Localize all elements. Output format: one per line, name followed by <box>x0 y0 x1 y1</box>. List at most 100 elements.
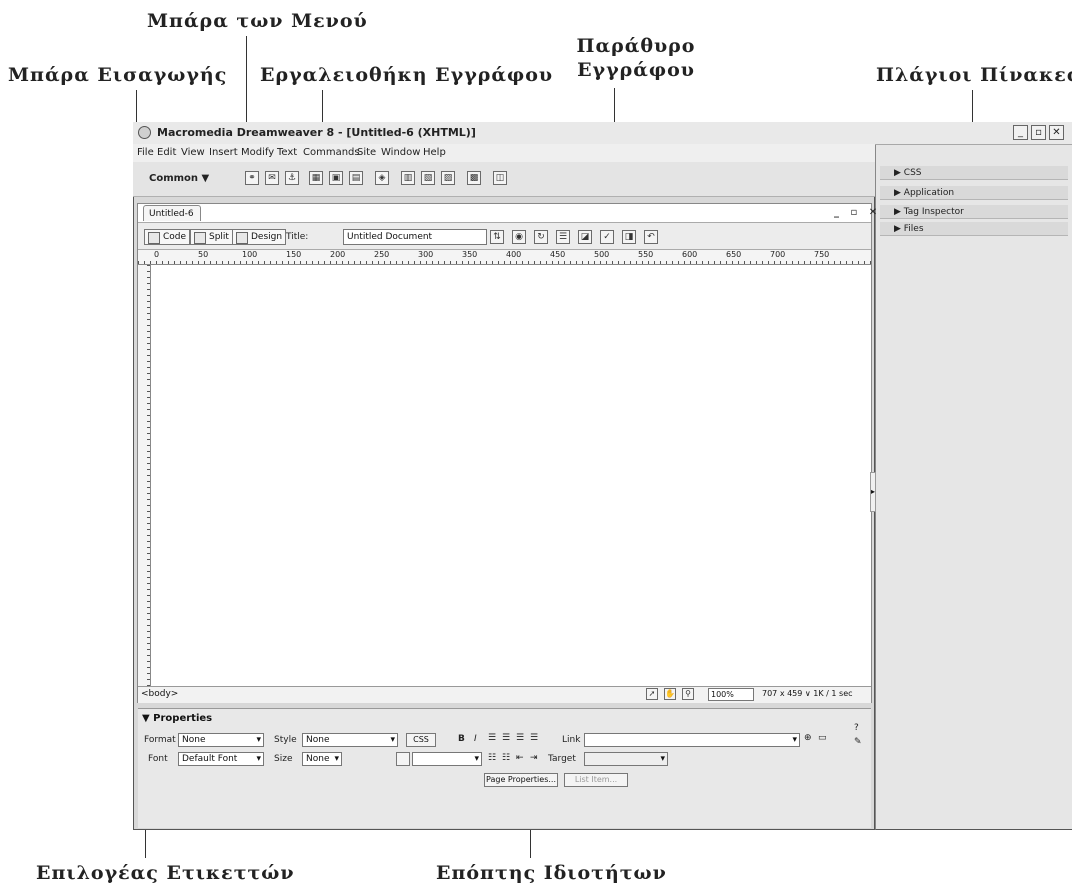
text-color-swatch[interactable] <box>396 752 410 766</box>
outdent-icon[interactable]: ⇤ <box>516 753 524 763</box>
design-view-button[interactable]: Design <box>232 229 287 245</box>
flash-icon[interactable]: ◫ <box>493 171 507 185</box>
callout-menubar: Μπάρα των Μενού <box>147 10 368 32</box>
menu-file[interactable]: File <box>137 147 154 158</box>
align-right-icon[interactable]: ☰ <box>516 733 524 743</box>
format-label: Format <box>144 735 176 745</box>
align-left-icon[interactable]: ☰ <box>488 733 496 743</box>
validate-markup-icon[interactable]: ✓ <box>600 230 614 244</box>
properties-header[interactable]: ▼ Properties <box>142 713 212 724</box>
menu-modify[interactable]: Modify <box>241 147 274 158</box>
format-select[interactable]: None <box>178 733 264 747</box>
ruler-mark: 400 <box>506 250 522 259</box>
document-window-controls[interactable]: _ ▫ ✕ <box>834 207 881 218</box>
style-select[interactable]: None <box>302 733 398 747</box>
document-title-input[interactable]: Untitled Document <box>343 229 487 245</box>
zoom-tool-icon[interactable]: ⚲ <box>682 688 694 700</box>
callout-tagselector: Επιλογέας Ετικεττών <box>36 862 295 884</box>
help-icon[interactable]: ? <box>854 723 859 733</box>
refresh-icon[interactable]: ↻ <box>534 230 548 244</box>
page-properties-button[interactable]: Page Properties... <box>484 773 558 787</box>
target-label: Target <box>548 754 576 764</box>
date-icon[interactable]: ▥ <box>401 171 415 185</box>
templates-icon[interactable]: ▨ <box>441 171 455 185</box>
menu-site[interactable]: Site <box>357 147 376 158</box>
menu-help[interactable]: Help <box>423 147 446 158</box>
maximize-button[interactable]: ▫ <box>1031 125 1046 140</box>
ruler-mark: 450 <box>550 250 566 259</box>
minimize-button[interactable]: _ <box>1013 125 1028 140</box>
window-size-readout[interactable]: 707 x 459 ∨ 1K / 1 sec <box>762 689 853 698</box>
email-link-icon[interactable]: ✉ <box>265 171 279 185</box>
ruler-mark: 250 <box>374 250 390 259</box>
indent-icon[interactable]: ⇥ <box>530 753 538 763</box>
close-button[interactable]: ✕ <box>1049 125 1064 140</box>
menu-window[interactable]: Window <box>381 147 420 158</box>
bold-button[interactable]: B <box>458 734 465 744</box>
ordered-list-icon[interactable]: ☷ <box>502 753 510 763</box>
menu-insert[interactable]: Insert <box>209 147 238 158</box>
size-select[interactable]: None <box>302 752 342 766</box>
text-color-input[interactable] <box>412 752 482 766</box>
css-button[interactable]: CSS <box>406 733 436 747</box>
panel-tag-inspector[interactable]: ▶ Tag Inspector <box>880 205 1068 219</box>
panel-splitter-handle[interactable]: ▸ <box>870 472 876 512</box>
horizontal-ruler: 0 50 100 150 200 250 300 350 400 450 500… <box>138 250 871 265</box>
list-item-button[interactable]: List Item... <box>564 773 628 787</box>
preview-browser-icon[interactable]: ◉ <box>512 230 526 244</box>
browse-folder-icon[interactable]: ▭ <box>818 733 827 743</box>
menu-commands[interactable]: Commands <box>303 147 360 158</box>
point-to-file-icon[interactable]: ⊕ <box>804 733 812 743</box>
comment-icon[interactable]: ▧ <box>421 171 435 185</box>
callout-doctoolbar: Εργαλειοθήκη Εγγράφου <box>260 64 554 86</box>
font-select[interactable]: Default Font <box>178 752 264 766</box>
visual-aids-icon[interactable]: ◪ <box>578 230 592 244</box>
ruler-mark: 200 <box>330 250 346 259</box>
code-view-button[interactable]: Code <box>144 229 191 245</box>
window-title: Macromedia Dreamweaver 8 - [Untitled-6 (… <box>157 126 476 139</box>
ruler-mark: 500 <box>594 250 610 259</box>
hand-tool-icon[interactable]: ✋ <box>664 688 676 700</box>
insert-category-select[interactable]: Common ▼ <box>149 173 209 184</box>
undo-icon[interactable]: ↶ <box>644 230 658 244</box>
menu-text[interactable]: Text <box>277 147 297 158</box>
zoom-select[interactable]: 100% <box>708 688 754 701</box>
tag-chooser-icon[interactable]: ▩ <box>467 171 481 185</box>
panel-css[interactable]: ▶ CSS <box>880 166 1068 180</box>
callout-docwindow-line2: Εγγράφου <box>577 59 695 81</box>
view-options-icon[interactable]: ☰ <box>556 230 570 244</box>
quick-tag-editor-icon[interactable]: ✎ <box>854 737 862 747</box>
document-window <box>137 203 872 703</box>
justify-icon[interactable]: ☰ <box>530 733 538 743</box>
select-tool-icon[interactable]: ➚ <box>646 688 658 700</box>
unordered-list-icon[interactable]: ☷ <box>488 753 496 763</box>
menu-edit[interactable]: Edit <box>157 147 176 158</box>
title-bar: Macromedia Dreamweaver 8 - [Untitled-6 (… <box>133 122 1072 145</box>
size-label: Size <box>274 754 293 764</box>
media-icon[interactable]: ◈ <box>375 171 389 185</box>
callout-propinspector: Επόπτης Ιδιοτήτων <box>436 862 667 884</box>
link-input[interactable] <box>584 733 800 747</box>
panel-files[interactable]: ▶ Files <box>880 222 1068 236</box>
ruler-mark: 600 <box>682 250 698 259</box>
hyperlink-icon[interactable]: ⚭ <box>245 171 259 185</box>
vertical-ruler <box>138 265 151 686</box>
panel-application[interactable]: ▶ Application <box>880 186 1068 200</box>
document-tab[interactable]: Untitled-6 <box>143 205 201 221</box>
ruler-mark: 100 <box>242 250 258 259</box>
target-select[interactable] <box>584 752 668 766</box>
image-icon[interactable]: ▤ <box>349 171 363 185</box>
file-management-icon[interactable]: ⇅ <box>490 230 504 244</box>
italic-button[interactable]: I <box>474 734 477 744</box>
ruler-mark: 300 <box>418 250 434 259</box>
menu-view[interactable]: View <box>181 147 205 158</box>
named-anchor-icon[interactable]: ⚓ <box>285 171 299 185</box>
layer-icon[interactable]: ▣ <box>329 171 343 185</box>
table-icon[interactable]: ▦ <box>309 171 323 185</box>
tag-selector[interactable]: <body> <box>141 689 178 699</box>
style-label: Style <box>274 735 297 745</box>
split-view-button[interactable]: Split <box>190 229 233 245</box>
browser-check-icon[interactable]: ◨ <box>622 230 636 244</box>
ruler-mark: 50 <box>198 250 209 259</box>
align-center-icon[interactable]: ☰ <box>502 733 510 743</box>
